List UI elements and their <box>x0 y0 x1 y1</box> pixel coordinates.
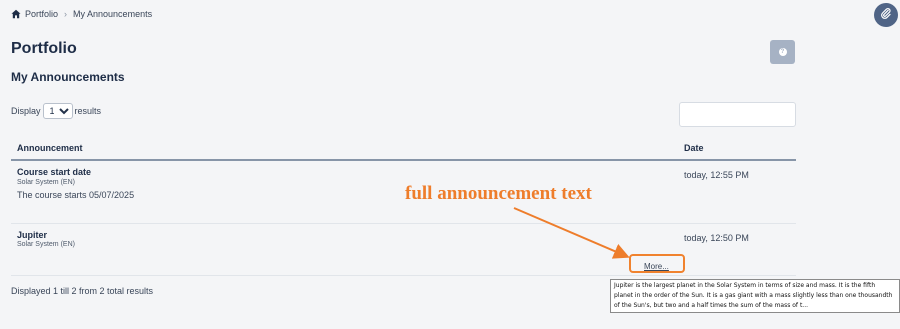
announcement-course: Solar System (EN) <box>17 179 75 186</box>
help-button[interactable]: ? <box>770 40 795 64</box>
search-input[interactable] <box>679 102 796 127</box>
announcement-title: Course start date <box>17 167 92 177</box>
announcement-text: The course starts 05/07/2025 <box>17 190 135 200</box>
announcement-title: Jupiter <box>17 230 48 240</box>
announcement-tooltip: Jupiter is the largest planet in the Sol… <box>610 279 900 313</box>
column-header-date[interactable]: Date <box>684 143 704 153</box>
breadcrumb-current: My Announcements <box>73 9 153 19</box>
results-summary: Displayed 1 till 2 from 2 total results <box>11 286 154 296</box>
table-header: Announcement Date <box>11 134 796 161</box>
paperclip-icon <box>880 6 892 24</box>
page-size-control: Display 10 results <box>11 103 101 119</box>
page-title: Portfolio <box>11 40 77 57</box>
annotation-highlight-box <box>629 254 685 273</box>
display-prefix-label: Display <box>11 106 41 116</box>
breadcrumb-portfolio[interactable]: Portfolio <box>25 9 58 19</box>
breadcrumb: Portfolio › My Announcements <box>11 9 152 19</box>
announcement-date: today, 12:55 PM <box>684 170 749 180</box>
attachment-button[interactable] <box>874 3 898 27</box>
announcement-date: today, 12:50 PM <box>684 233 749 243</box>
help-icon: ? <box>778 48 787 56</box>
breadcrumb-separator: › <box>64 9 68 19</box>
display-suffix-label: results <box>74 106 102 116</box>
page-size-select[interactable]: 10 <box>42 103 73 119</box>
annotation-label: full announcement text <box>405 183 592 204</box>
section-title: My Announcements <box>11 70 125 84</box>
table-row: Course start date Solar System (EN) The … <box>11 161 796 224</box>
announcement-course: Solar System (EN) <box>17 241 75 248</box>
home-icon[interactable] <box>11 9 21 19</box>
column-header-announcement[interactable]: Announcement <box>17 143 83 153</box>
